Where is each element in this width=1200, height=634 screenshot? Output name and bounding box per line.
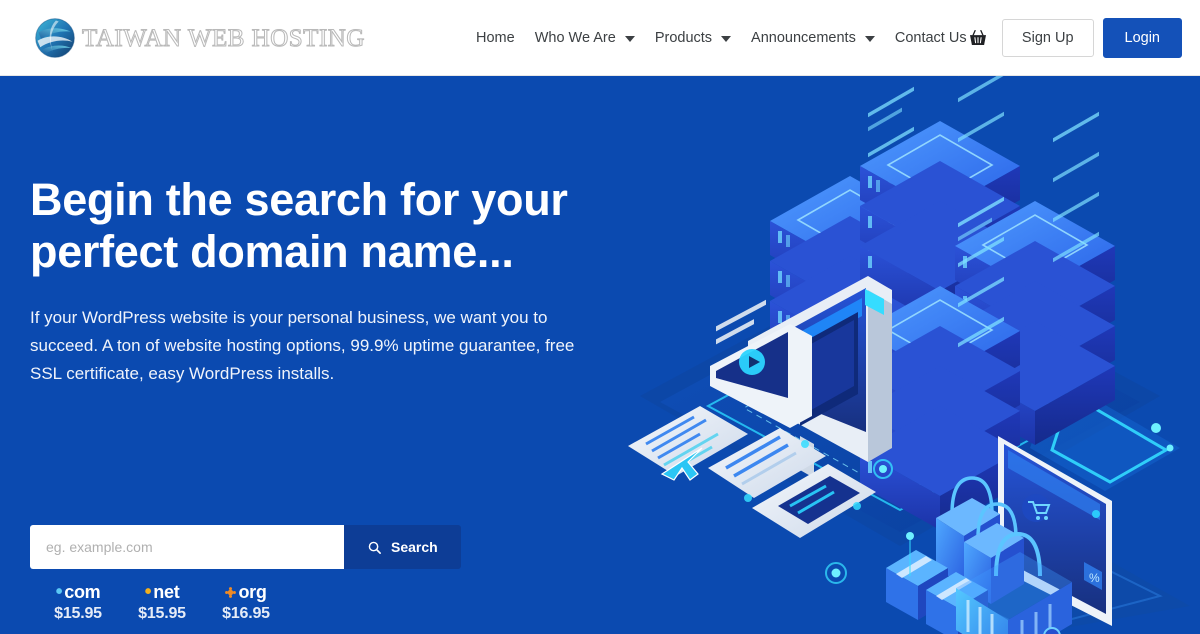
tld-price-org: $16.95 xyxy=(222,605,270,622)
tld-name-net: • net xyxy=(120,582,204,602)
search-icon xyxy=(368,541,381,554)
nav-actions: Sign Up Login xyxy=(961,0,1182,76)
page-title: Begin the search for your perfect domain… xyxy=(30,174,568,277)
tld-item-com[interactable]: • com $15.95 xyxy=(36,582,120,623)
main-nav: Home Who We Are Products Announcements C… xyxy=(476,0,977,76)
nav-label-who-we-are: Who We Are xyxy=(534,30,616,46)
search-button[interactable]: Search xyxy=(344,525,461,569)
chevron-down-icon xyxy=(721,36,732,42)
domain-search-form: Search xyxy=(30,525,461,569)
hero-illustration: % xyxy=(600,76,1200,634)
tld-name-org: org xyxy=(204,582,288,602)
hero-copy: Begin the search for your perfect domain… xyxy=(30,174,630,388)
chevron-down-icon xyxy=(624,36,635,42)
tld-label-net: net xyxy=(153,582,180,602)
nav-label-contact-us: Contact Us xyxy=(894,30,967,46)
tld-label-org: org xyxy=(238,582,267,602)
nav-label-announcements: Announcements xyxy=(751,30,856,46)
top-navbar: TAIWAN WEB HOSTING Home Who We Are Produ… xyxy=(0,0,1200,76)
nav-item-who-we-are[interactable]: Who We Are xyxy=(525,24,645,52)
brand-logo[interactable]: TAIWAN WEB HOSTING xyxy=(32,12,365,64)
tld-item-org[interactable]: org $16.95 xyxy=(204,582,288,623)
login-button[interactable]: Login xyxy=(1102,17,1182,59)
nav-item-announcements[interactable]: Announcements xyxy=(741,24,885,52)
search-button-label: Search xyxy=(391,539,438,555)
search-input[interactable] xyxy=(30,525,344,569)
cart-glyph-on-screen xyxy=(1022,494,1051,522)
hero-subtitle: If your WordPress website is your person… xyxy=(30,308,575,383)
tld-dot-icon-com: • xyxy=(55,581,63,603)
hero-section: % Begin the search for your perfect doma… xyxy=(0,76,1200,634)
tld-dot-icon-net: • xyxy=(144,581,152,603)
tld-price-list: • com $15.95 • net $15.95 org $16.95 xyxy=(36,582,288,623)
nav-item-home[interactable]: Home xyxy=(476,24,525,52)
nav-label-home: Home xyxy=(476,30,515,46)
brand-name: TAIWAN WEB HOSTING xyxy=(82,25,365,52)
tld-item-net[interactable]: • net $15.95 xyxy=(120,582,204,623)
tld-label-com: com xyxy=(64,582,101,602)
svg-text:%: % xyxy=(1089,571,1100,585)
chevron-down-icon xyxy=(864,36,875,42)
nav-label-products: Products xyxy=(654,30,713,46)
org-cross-icon xyxy=(225,586,237,598)
globe-swirl-logo-icon xyxy=(35,17,75,58)
cart-button[interactable] xyxy=(961,21,995,55)
tld-price-com: $15.95 xyxy=(54,605,102,622)
tld-name-com: • com xyxy=(36,582,120,602)
tld-price-net: $15.95 xyxy=(138,605,186,622)
nav-item-products[interactable]: Products xyxy=(645,24,741,52)
sign-up-button[interactable]: Sign Up xyxy=(1001,18,1094,58)
shopping-basket-icon xyxy=(969,30,986,45)
